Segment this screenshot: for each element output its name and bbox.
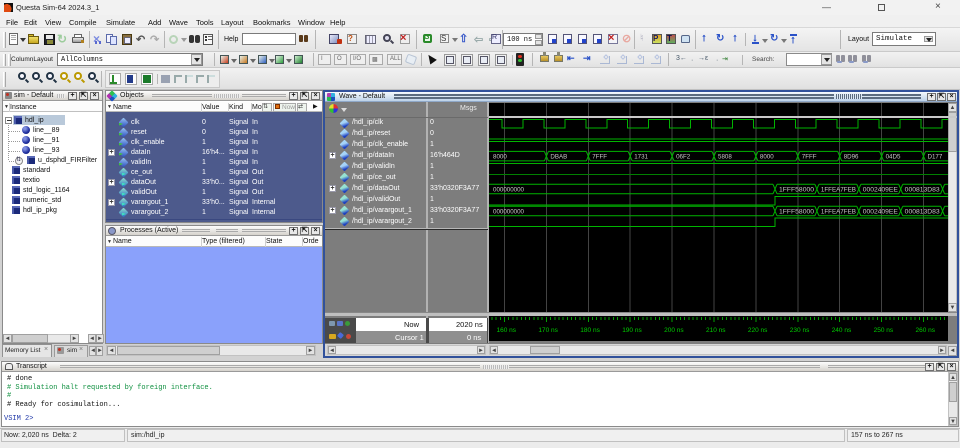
svg-text:8000: 8000 xyxy=(760,154,774,161)
svg-text:0002409EE: 0002409EE xyxy=(863,208,898,215)
svg-text:170 ns: 170 ns xyxy=(538,327,558,334)
svg-text:8000: 8000 xyxy=(493,154,507,161)
svg-text:000813D83: 000813D83 xyxy=(905,186,941,193)
svg-text:200 ns: 200 ns xyxy=(664,327,684,334)
svg-text:1731: 1731 xyxy=(634,154,648,161)
svg-text:DBAB: DBAB xyxy=(550,154,567,161)
svg-text:8D96: 8D96 xyxy=(844,154,859,161)
svg-text:D177: D177 xyxy=(928,154,943,161)
svg-text:160 ns: 160 ns xyxy=(497,327,517,334)
svg-text:260 ns: 260 ns xyxy=(916,327,936,334)
svg-text:04D5: 04D5 xyxy=(886,154,901,161)
svg-text:250 ns: 250 ns xyxy=(874,327,894,334)
svg-text:000000000: 000000000 xyxy=(493,186,525,193)
svg-text:000813D83: 000813D83 xyxy=(905,208,941,215)
svg-text:7FFF: 7FFF xyxy=(592,154,607,161)
svg-text:1FFEA7FEB: 1FFEA7FEB xyxy=(821,186,856,193)
svg-text:190 ns: 190 ns xyxy=(622,327,642,334)
svg-text:210 ns: 210 ns xyxy=(706,327,726,334)
svg-text:06F2: 06F2 xyxy=(676,154,691,161)
svg-text:230 ns: 230 ns xyxy=(790,327,810,334)
svg-text:220 ns: 220 ns xyxy=(748,327,768,334)
svg-text:000000000: 000000000 xyxy=(493,208,525,215)
svg-text:7FFF: 7FFF xyxy=(802,154,817,161)
svg-text:180 ns: 180 ns xyxy=(580,327,600,334)
svg-text:0002409EE: 0002409EE xyxy=(863,186,898,193)
svg-text:5808: 5808 xyxy=(718,154,732,161)
svg-text:1FFF58000: 1FFF58000 xyxy=(779,186,815,193)
svg-text:1FFF58000: 1FFF58000 xyxy=(779,208,815,215)
svg-text:1FFEA7FEB: 1FFEA7FEB xyxy=(821,208,856,215)
svg-text:240 ns: 240 ns xyxy=(832,327,852,334)
